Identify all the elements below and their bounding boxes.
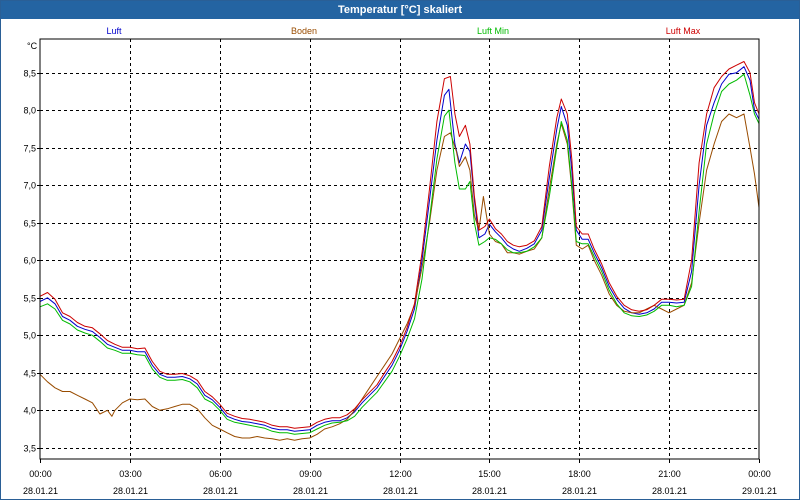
x-tick-date: 28.01.21 — [203, 486, 238, 496]
x-tick-date: 28.01.21 — [293, 486, 328, 496]
y-tick-label: 8,0 — [23, 106, 36, 116]
y-tick-label: 3,5 — [23, 444, 36, 454]
series-line-luft-max — [39, 61, 760, 429]
x-tick-date: 28.01.21 — [472, 486, 507, 496]
x-tick-date: 28.01.21 — [383, 486, 418, 496]
x-tick-time: 12:00 — [389, 469, 412, 479]
y-tick-label: 8,5 — [23, 69, 36, 79]
legend-entry-boden: Boden — [291, 26, 317, 36]
series-line-boden — [39, 113, 760, 441]
y-tick-label: 4,0 — [23, 406, 36, 416]
y-tick-label: 5,5 — [23, 294, 36, 304]
legend: Luft Boden Luft Min Luft Max — [106, 26, 700, 36]
x-tick-time: 15:00 — [478, 469, 501, 479]
legend-entry-luft-min: Luft Min — [477, 26, 509, 36]
x-tick-time: 09:00 — [299, 469, 322, 479]
legend-entry-luft-max: Luft Max — [666, 26, 701, 36]
y-tick-label: 6,0 — [23, 256, 36, 266]
temperature-chart: 3,5 4,0 4,5 5,0 5,5 6,0 6,5 7,0 7,5 8,0 8,5 00:00 28… — [23, 26, 777, 496]
x-tick-date: 29.01.21 — [742, 486, 777, 496]
x-tick-date: 28.01.21 — [23, 486, 58, 496]
series-line-luft — [39, 66, 760, 432]
x-tick-time: 21:00 — [658, 469, 681, 479]
grid — [40, 39, 759, 459]
chart-window: Temperatur [°C] skaliert 3,5 4,0 4,5 5,0 5,5… — [0, 0, 800, 500]
x-tick-time: 18:00 — [568, 469, 591, 479]
y-tick-label: 7,5 — [23, 144, 36, 154]
series-lines — [39, 61, 760, 441]
y-axis-unit-label: °C — [27, 41, 38, 51]
x-tick-date: 28.01.21 — [113, 486, 148, 496]
x-tick-time: 00:00 — [748, 469, 771, 479]
y-tick-label: 6,5 — [23, 219, 36, 229]
x-tick-time: 00:00 — [29, 469, 52, 479]
plot-area-border — [39, 38, 760, 460]
x-tick-date: 28.01.21 — [652, 486, 687, 496]
y-tick-label: 4,5 — [23, 369, 36, 379]
legend-entry-luft: Luft — [106, 26, 122, 36]
x-tick-time: 03:00 — [119, 469, 142, 479]
y-tick-label: 5,0 — [23, 331, 36, 341]
series-line-luft-min — [39, 73, 760, 435]
y-tick-label: 7,0 — [23, 181, 36, 191]
x-tick-time: 06:00 — [209, 469, 232, 479]
x-tick-date: 28.01.21 — [562, 486, 597, 496]
